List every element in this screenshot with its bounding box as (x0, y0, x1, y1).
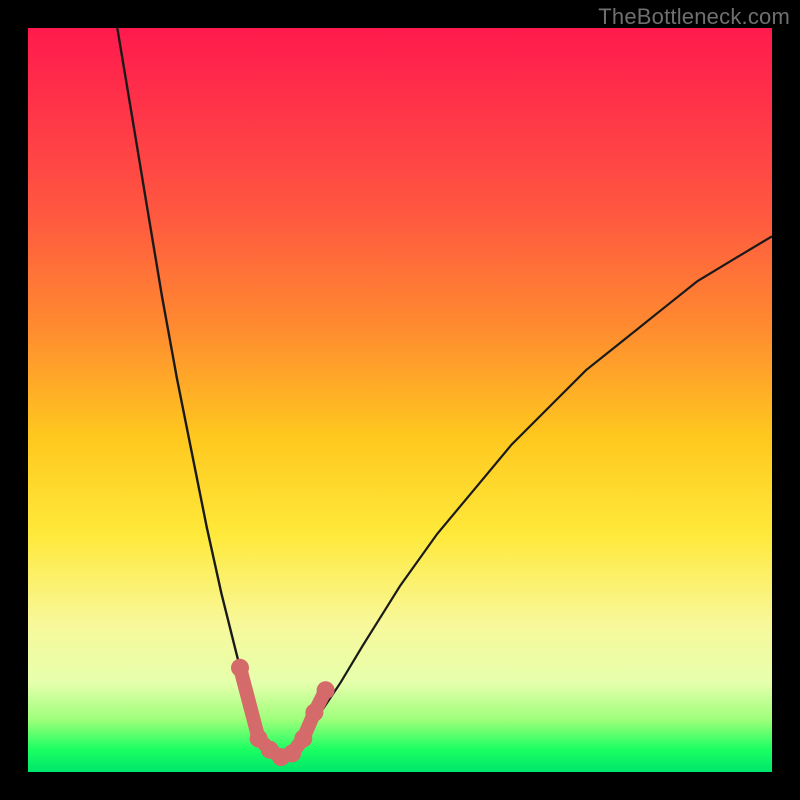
marker-dot (305, 704, 323, 722)
marker-dot (317, 681, 335, 699)
right-curve-path (281, 236, 772, 764)
left-curve-path (117, 28, 281, 765)
plot-area (28, 28, 772, 772)
marker-group (231, 659, 335, 766)
chart-frame: TheBottleneck.com (0, 0, 800, 800)
marker-dot (294, 730, 312, 748)
marker-dot (231, 659, 249, 677)
marker-dot (283, 744, 301, 762)
watermark-label: TheBottleneck.com (598, 4, 790, 30)
curve-layer (28, 28, 772, 772)
